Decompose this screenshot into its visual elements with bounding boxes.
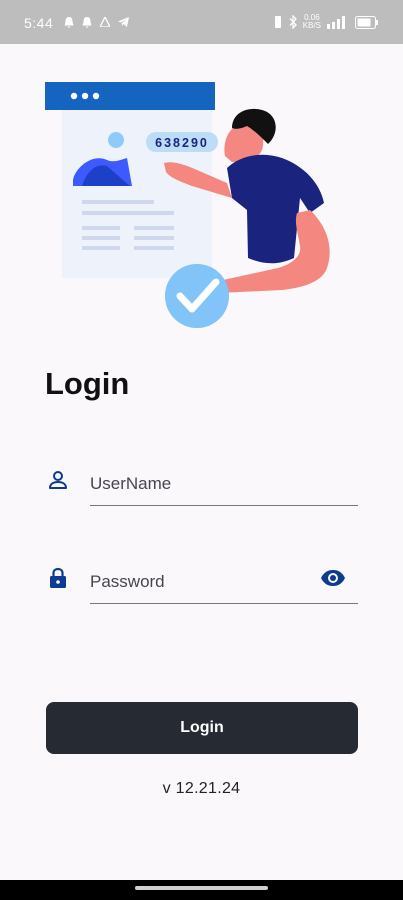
otp-code: 638290: [155, 136, 209, 150]
notification-icon: [82, 17, 92, 28]
lock-icon: [50, 567, 66, 588]
warning-icon: [100, 17, 110, 27]
browser-banner: [45, 82, 215, 110]
notification-icon: [64, 17, 74, 28]
system-icons: 0.06 KB/S: [273, 14, 379, 30]
status-time: 5:44: [24, 15, 54, 31]
username-input[interactable]: [90, 458, 358, 506]
login-title: Login: [45, 366, 130, 401]
status-bar: 5:44 0.06 KB/S: [0, 0, 403, 44]
telegram-icon: [118, 17, 129, 27]
vibrate-icon: [274, 16, 281, 28]
app-version: v 12.21.24: [162, 780, 241, 797]
network-speed: 0.06 KB/S: [303, 14, 321, 30]
battery-icon: [355, 15, 378, 29]
person-icon: [49, 471, 67, 489]
navigation-bar: [0, 880, 403, 900]
signal-icon: [327, 15, 345, 29]
password-field: [46, 556, 358, 604]
login-illustration: 638290: [45, 82, 330, 328]
network-unit: KB/S: [302, 21, 321, 30]
notification-icons: [64, 17, 129, 28]
username-field: [46, 458, 358, 506]
password-input[interactable]: [90, 556, 358, 604]
home-gesture-handle[interactable]: [135, 886, 268, 890]
bluetooth-icon: [289, 15, 297, 29]
login-button[interactable]: Login: [46, 702, 358, 754]
eye-icon[interactable]: [320, 566, 346, 590]
